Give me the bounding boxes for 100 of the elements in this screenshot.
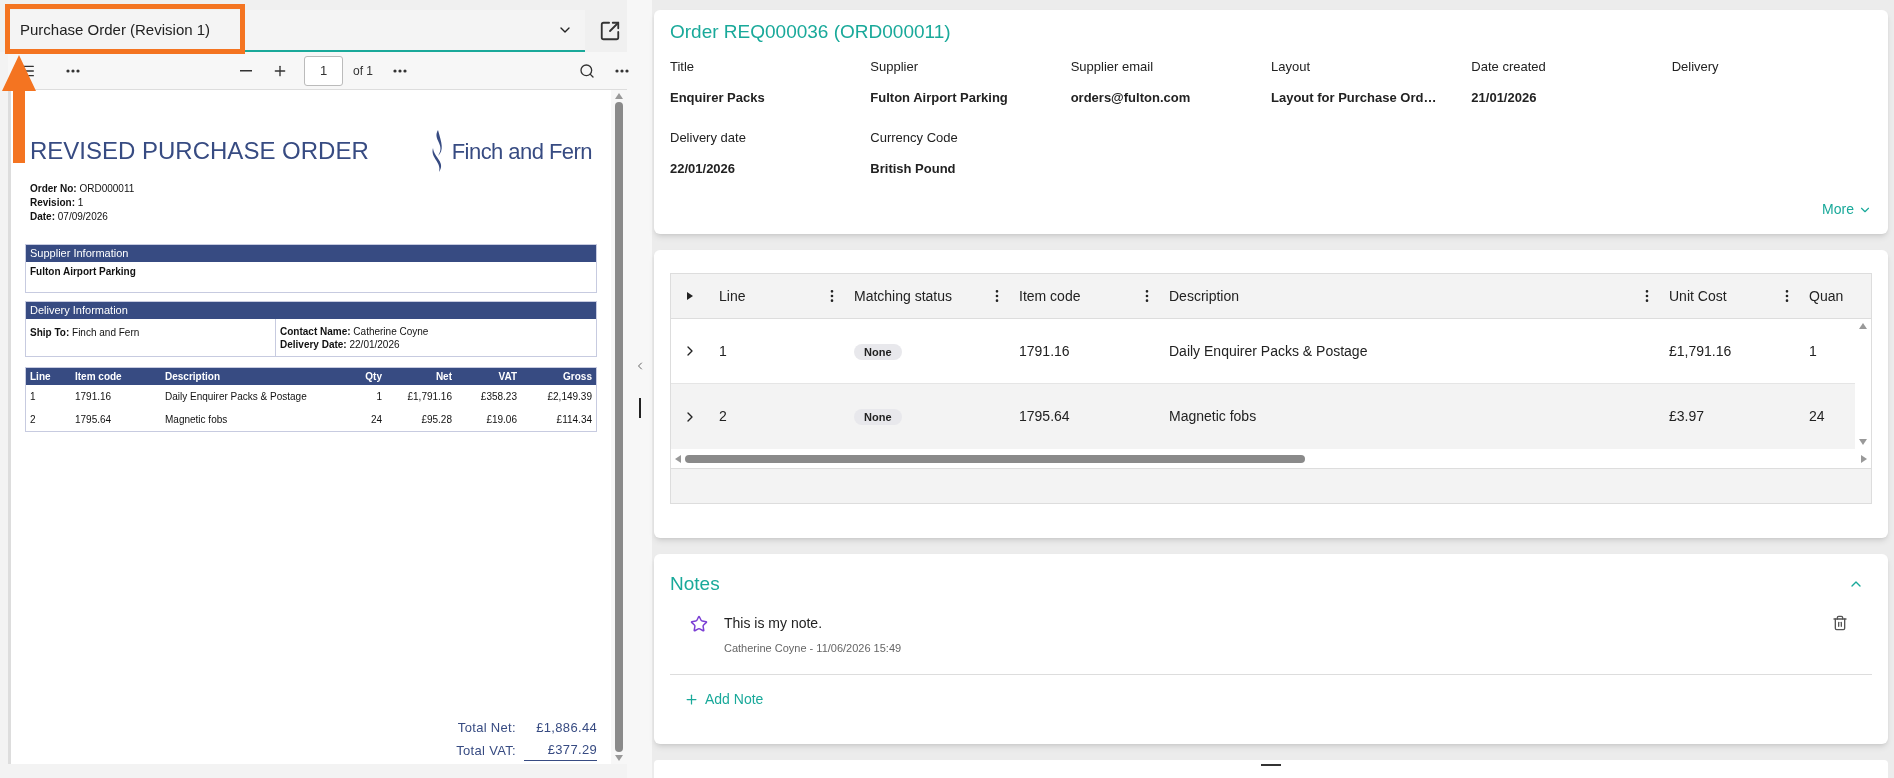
table-cell: £3.97 bbox=[1669, 408, 1705, 424]
more-icon bbox=[66, 68, 80, 73]
table-cell: 1795.64 bbox=[75, 414, 112, 425]
table-cell: £19.06 bbox=[486, 414, 517, 425]
search-button[interactable] bbox=[579, 62, 595, 79]
column-header: Description bbox=[1169, 286, 1240, 306]
delete-icon[interactable] bbox=[1832, 614, 1848, 631]
scroll-down-icon[interactable] bbox=[1859, 439, 1867, 445]
table-cell: £1,791.16 bbox=[407, 391, 452, 402]
minus-icon bbox=[240, 69, 252, 72]
order-meta: Order No: ORD000011 bbox=[30, 182, 136, 196]
total-value: £377.29 bbox=[524, 740, 597, 761]
table-cell: 1 bbox=[1809, 342, 1817, 359]
table-cell: 24 bbox=[370, 414, 382, 425]
field-label: Title bbox=[670, 57, 696, 76]
table-cell: 1 bbox=[30, 391, 36, 402]
supplier-name: Fulton Airport Parking bbox=[30, 266, 136, 277]
note-meta: Catherine Coyne - 11/06/2026 15:49 bbox=[724, 640, 903, 656]
table-cell: 1 bbox=[376, 391, 382, 402]
column-header: Item code bbox=[1019, 286, 1081, 306]
table-cell: Magnetic fobs bbox=[165, 414, 228, 425]
field-value: orders@fulton.com bbox=[1070, 89, 1192, 107]
table-cell: 1 bbox=[719, 342, 727, 359]
more-button[interactable] bbox=[66, 68, 80, 73]
table-cell: £114.34 bbox=[556, 414, 592, 425]
column-header: Item code bbox=[75, 371, 122, 382]
document-dropdown[interactable]: Purchase Order (Revision 1) bbox=[8, 10, 585, 52]
notes-title: Notes bbox=[670, 572, 720, 596]
scroll-right-icon[interactable] bbox=[1861, 454, 1867, 463]
table-cell: Daily Enquirer Packs & Postage bbox=[165, 391, 307, 402]
scroll-left-icon[interactable] bbox=[675, 454, 681, 463]
page-count: of 1 bbox=[353, 62, 373, 80]
ship-to: Ship To: Finch and Fern bbox=[30, 327, 140, 338]
total-label: Total VAT: bbox=[456, 741, 516, 760]
field-value: British Pound bbox=[870, 160, 957, 178]
table-cell: 1795.64 bbox=[1019, 408, 1070, 424]
plus-icon bbox=[684, 692, 699, 707]
table-cell: 1791.16 bbox=[75, 391, 112, 402]
field-value: Fulton Airport Parking bbox=[870, 89, 1009, 107]
page-number-field[interactable]: 1 bbox=[304, 55, 343, 86]
table-cell: £358.23 bbox=[480, 391, 517, 402]
field-label: Layout bbox=[1271, 57, 1312, 76]
splitter-handle[interactable] bbox=[638, 398, 641, 418]
table-cell: 24 bbox=[1809, 408, 1825, 424]
status-badge: None bbox=[854, 409, 902, 425]
total-label: Total Net: bbox=[457, 718, 516, 737]
section-header: Delivery Information bbox=[26, 302, 596, 319]
field-label: Supplier email bbox=[1070, 57, 1155, 76]
table-cell: £2,149.39 bbox=[547, 391, 592, 402]
column-header: Unit Cost bbox=[1669, 286, 1727, 306]
field-label: Currency Code bbox=[870, 128, 959, 147]
section-header: Supplier Information bbox=[26, 245, 596, 262]
horizontal-scrollbar[interactable] bbox=[671, 449, 1871, 469]
column-header: Line bbox=[30, 371, 51, 382]
table-cell: 2 bbox=[30, 414, 36, 425]
field-value: 21/01/2026 bbox=[1471, 89, 1538, 107]
column-header: VAT bbox=[498, 371, 517, 382]
column-header: Gross bbox=[563, 371, 592, 382]
column-header: Quan bbox=[1809, 286, 1844, 306]
contact-name: Contact Name: Catherine Coyne bbox=[280, 325, 429, 338]
field-value: Layout for Purchase Ord… bbox=[1271, 89, 1438, 107]
field-value: Enquirer Packs bbox=[670, 89, 766, 107]
more-icon bbox=[393, 68, 407, 73]
note-text: This is my note. bbox=[724, 613, 824, 633]
table-cell: Daily Enquirer Packs & Postage bbox=[1169, 342, 1368, 359]
field-label: Supplier bbox=[870, 57, 920, 76]
table-cell: Magnetic fobs bbox=[1169, 408, 1257, 424]
field-label: Delivery date bbox=[670, 128, 747, 147]
status-badge: None bbox=[854, 343, 902, 360]
document-title: REVISED PURCHASE ORDER bbox=[30, 136, 369, 166]
external-link-icon bbox=[599, 20, 621, 42]
column-header: Description bbox=[165, 371, 220, 382]
order-meta: Date: 07/09/2026 bbox=[30, 210, 109, 224]
scroll-up-icon[interactable] bbox=[615, 93, 623, 99]
order-title: Order REQ000036 (ORD000011) bbox=[670, 20, 952, 44]
resize-handle[interactable] bbox=[1261, 764, 1281, 766]
more-button[interactable] bbox=[393, 68, 407, 73]
zoom-out-button[interactable] bbox=[240, 69, 252, 72]
total-value: £1,886.44 bbox=[535, 718, 597, 737]
search-icon bbox=[579, 62, 595, 79]
table-cell: £95.28 bbox=[421, 414, 452, 425]
vertical-scrollbar[interactable] bbox=[1855, 319, 1871, 449]
scroll-up-icon[interactable] bbox=[1859, 323, 1867, 329]
table-cell: 2 bbox=[719, 408, 727, 424]
column-header: Matching status bbox=[854, 286, 953, 306]
star-icon[interactable] bbox=[690, 614, 708, 633]
table-cell: 1791.16 bbox=[1019, 342, 1070, 359]
order-meta: Revision: 1 bbox=[30, 196, 85, 210]
expand-all-icon[interactable] bbox=[687, 292, 693, 300]
field-value: 22/01/2026 bbox=[670, 160, 737, 178]
table-cell: £1,791.16 bbox=[1669, 342, 1732, 359]
open-external-button[interactable] bbox=[599, 20, 621, 42]
delivery-date: Delivery Date: 22/01/2026 bbox=[280, 338, 401, 351]
scroll-down-icon[interactable] bbox=[615, 755, 623, 761]
field-label: Date created bbox=[1471, 57, 1547, 76]
field-label: Delivery bbox=[1671, 57, 1720, 76]
company-logo: Finch and Fern bbox=[429, 130, 592, 172]
scrollbar[interactable] bbox=[611, 90, 627, 764]
column-header: Line bbox=[719, 286, 746, 306]
table-row[interactable]: 1 None 1791.16 Daily Enquirer Packs & Postage £1,791.16 1 bbox=[671, 319, 1855, 384]
